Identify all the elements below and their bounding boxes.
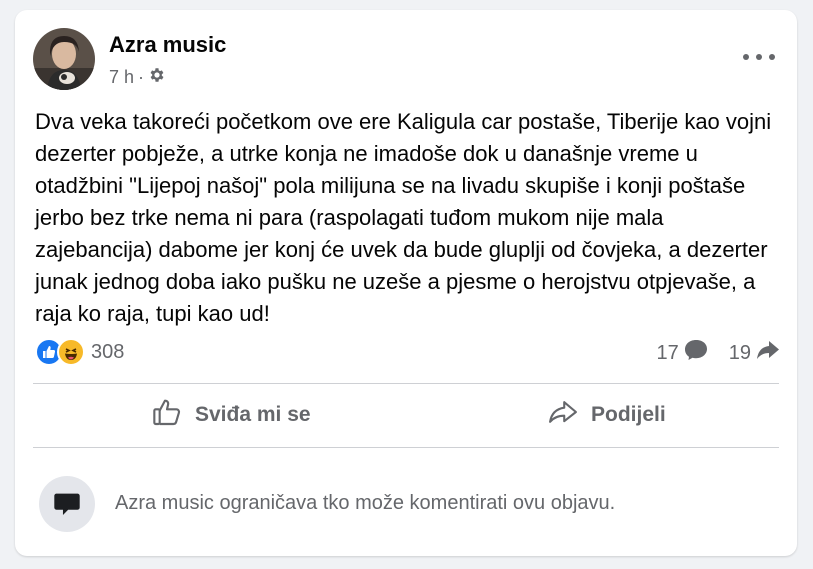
post-meta: 7 h · bbox=[109, 66, 166, 89]
more-options-icon[interactable] bbox=[743, 50, 775, 64]
haha-icon bbox=[57, 338, 85, 366]
share-label: Podijeli bbox=[591, 403, 666, 426]
divider bbox=[33, 447, 779, 448]
post-actions: Sviđa mi se Podijeli bbox=[33, 384, 779, 446]
comments-stat[interactable]: 17 bbox=[657, 338, 709, 368]
meta-separator: · bbox=[138, 67, 145, 87]
thumbs-up-icon bbox=[151, 396, 183, 434]
avatar[interactable] bbox=[33, 28, 95, 90]
author-name[interactable]: Azra music bbox=[109, 32, 226, 58]
comment-restricted-icon bbox=[39, 476, 95, 532]
share-arrow-icon bbox=[755, 338, 781, 368]
gear-icon bbox=[148, 66, 166, 89]
like-label: Sviđa mi se bbox=[195, 403, 311, 426]
post-time[interactable]: 7 h bbox=[109, 67, 134, 88]
post-card: Azra music 7 h · Dva veka takoreći počet… bbox=[15, 10, 797, 556]
shares-count: 19 bbox=[728, 341, 751, 364]
engagement-stats: 17 19 bbox=[657, 338, 782, 368]
share-button[interactable]: Podijeli bbox=[547, 384, 666, 446]
reactions-summary[interactable]: 308 bbox=[35, 338, 124, 366]
reactions-count: 308 bbox=[91, 340, 125, 363]
share-icon bbox=[547, 397, 579, 433]
post-header: Azra music 7 h · bbox=[33, 28, 779, 94]
comment-restriction-notice: Azra music ograničava tko može komentira… bbox=[39, 476, 777, 532]
like-button[interactable]: Sviđa mi se bbox=[151, 384, 311, 446]
post-stats: 308 17 19 bbox=[35, 336, 781, 370]
restricted-notice-text: Azra music ograničava tko može komentira… bbox=[115, 492, 616, 514]
post-text: Dva veka takoreći početkom ove ere Kalig… bbox=[35, 109, 772, 326]
comment-bubble-icon bbox=[683, 338, 709, 368]
shares-stat[interactable]: 19 bbox=[729, 338, 781, 368]
comments-count: 17 bbox=[656, 341, 679, 364]
